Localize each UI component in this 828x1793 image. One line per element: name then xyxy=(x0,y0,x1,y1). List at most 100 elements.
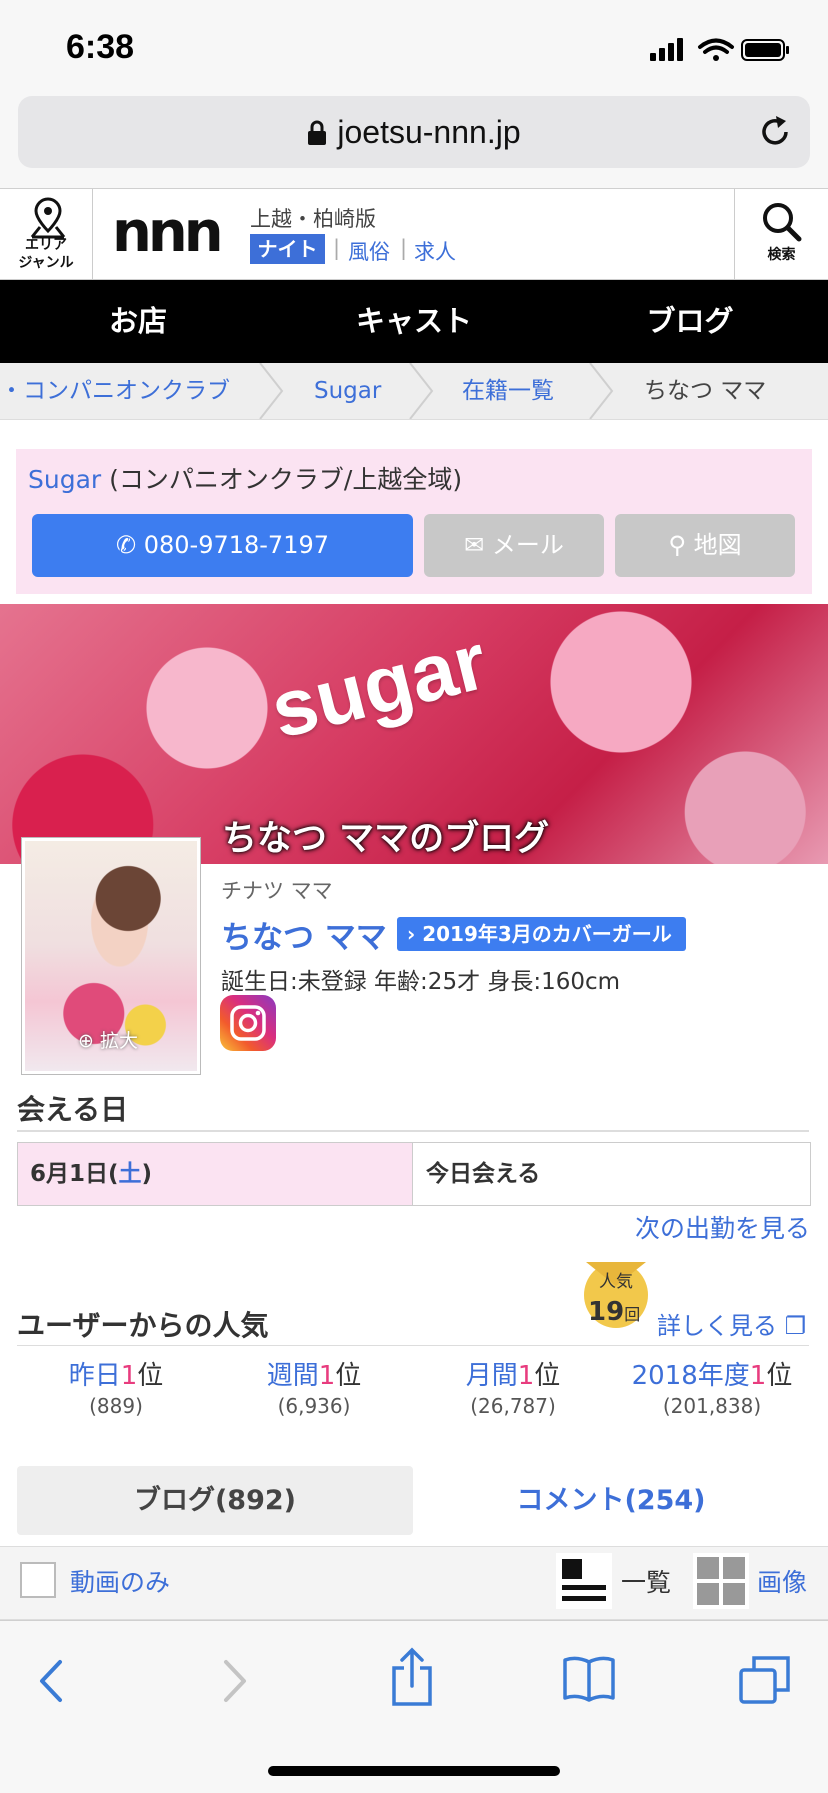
section-rule xyxy=(17,1130,809,1132)
tab-blog[interactable]: ブログ(892) xyxy=(17,1466,413,1535)
shop-name-link[interactable]: Sugar xyxy=(28,465,101,494)
cast-stats: 誕生日:未登録 年齢:25才 身長:160cm xyxy=(221,969,621,995)
header-divider xyxy=(92,189,93,279)
breadcrumb-chevron-icon xyxy=(589,363,614,419)
search-button[interactable]: 検索 xyxy=(735,189,828,279)
rank-count: (26,787) xyxy=(470,1394,556,1418)
genre-jobs-link[interactable]: 求人 xyxy=(414,236,456,266)
map-button[interactable]: ⚲ 地図 xyxy=(615,514,795,577)
wifi-icon xyxy=(698,38,734,54)
area-genre-button[interactable]: エリア ジャンル xyxy=(0,189,92,279)
chevron-right-icon: › xyxy=(407,922,416,946)
rank-count: (201,838) xyxy=(662,1394,762,1418)
section-rule xyxy=(17,1345,809,1346)
rank-period: 月間 xyxy=(465,1361,518,1391)
rank-count: (6,936) xyxy=(277,1394,351,1418)
phone-icon: ✆ xyxy=(115,531,137,559)
bookmarks-icon[interactable] xyxy=(562,1654,616,1702)
video-only-checkbox[interactable] xyxy=(20,1562,56,1598)
date-text: 6月1日( xyxy=(30,1161,119,1187)
rank-weekly[interactable]: 週間1位 (6,936) xyxy=(214,1355,414,1418)
mail-label: メール xyxy=(491,531,564,559)
breadcrumb-chevron-icon xyxy=(409,363,434,419)
grid-view-label[interactable]: 画像 xyxy=(757,1563,807,1599)
map-label: 地図 xyxy=(693,531,742,559)
nav-cast[interactable]: キャスト xyxy=(276,280,552,363)
rank-number: 1 xyxy=(517,1361,535,1391)
video-only-label[interactable]: 動画のみ xyxy=(70,1563,170,1599)
cast-name-kana: チナツ ママ xyxy=(221,879,333,903)
forward-icon[interactable] xyxy=(220,1658,250,1704)
breadcrumb-roster[interactable]: 在籍一覧 xyxy=(462,363,554,419)
availability-title: 会える日 xyxy=(17,1093,129,1126)
site-logo[interactable]: nnn xyxy=(112,200,224,265)
next-shift-link[interactable]: 次の出勤を見る xyxy=(560,1209,810,1245)
nav-blog[interactable]: ブログ xyxy=(552,280,828,363)
map-pin-icon xyxy=(30,197,66,239)
blog-title: ちなつ ママのブログ xyxy=(222,819,550,859)
breadcrumb-chevron-icon xyxy=(259,363,284,419)
address-text[interactable]: joetsu-nnn.jp xyxy=(0,96,828,168)
call-button[interactable]: ✆ 080-9718-7197 xyxy=(32,514,413,577)
rank-period: 2018年度 xyxy=(631,1361,750,1391)
share-icon[interactable] xyxy=(390,1646,434,1708)
url-text: joetsu-nnn.jp xyxy=(337,114,521,150)
rank-yesterday[interactable]: 昨日1位 (889) xyxy=(16,1355,216,1418)
envelope-icon: ✉ xyxy=(464,531,485,559)
phone-number: 080-9718-7197 xyxy=(143,531,330,559)
medal-count-number: 19 xyxy=(588,1297,625,1327)
cover-girl-badge[interactable]: › 2019年3月のカバーガール xyxy=(397,917,686,951)
availability-date: 6月1日(土) xyxy=(18,1143,413,1205)
battery-icon xyxy=(741,39,789,61)
shop-category: (コンパニオンクラブ/上越全域) xyxy=(109,465,463,494)
rank-yearly[interactable]: 2018年度1位 (201,838) xyxy=(612,1355,812,1418)
availability-status: 今日会える xyxy=(426,1161,541,1187)
medal-count: 19回 xyxy=(588,1297,640,1327)
cast-name: ちなつ ママ xyxy=(221,920,387,956)
list-view-label[interactable]: 一覧 xyxy=(621,1563,671,1599)
date-weekday: 土 xyxy=(118,1161,142,1187)
rank-suffix: 位 xyxy=(766,1361,793,1391)
popularity-title: ユーザーからの人気 xyxy=(17,1309,269,1342)
rank-suffix: 位 xyxy=(335,1361,362,1391)
instagram-icon[interactable] xyxy=(220,995,276,1051)
tabs-icon[interactable] xyxy=(738,1654,792,1704)
rank-number: 1 xyxy=(318,1361,336,1391)
genre-separator: | xyxy=(333,236,341,260)
status-time: 6:38 xyxy=(66,28,135,66)
reload-icon[interactable] xyxy=(758,114,792,150)
map-marker-icon: ⚲ xyxy=(668,531,686,559)
rank-period: 昨日 xyxy=(68,1361,121,1391)
cover-girl-label: 2019年3月のカバーガール xyxy=(422,922,672,946)
details-label: 詳しく見る xyxy=(657,1312,777,1340)
cellular-icon xyxy=(650,38,683,61)
genre-fuzoku-link[interactable]: 風俗 xyxy=(348,236,390,266)
breadcrumb-category[interactable]: ・コンパニオンクラブ xyxy=(0,363,230,419)
search-label: 検索 xyxy=(767,247,796,263)
rank-monthly[interactable]: 月間1位 (26,787) xyxy=(413,1355,613,1418)
rank-count: (889) xyxy=(89,1394,143,1418)
search-icon xyxy=(763,203,802,242)
status-icons xyxy=(650,38,789,61)
tab-comments[interactable]: コメント(254) xyxy=(413,1466,809,1535)
grid-view-icon[interactable] xyxy=(693,1553,749,1609)
medal-label: 人気 xyxy=(599,1272,633,1292)
genre-separator: | xyxy=(400,236,408,260)
list-view-icon[interactable] xyxy=(556,1553,612,1609)
breadcrumb-shop[interactable]: Sugar xyxy=(314,363,381,419)
rank-suffix: 位 xyxy=(137,1361,164,1391)
zoom-link[interactable]: ⊕ 拡大 xyxy=(78,1026,138,1053)
area-label: エリア xyxy=(25,237,67,253)
lock-icon xyxy=(307,99,327,171)
back-icon[interactable] xyxy=(36,1658,66,1704)
popularity-details-link[interactable]: 詳しく見る ❐ xyxy=(657,1306,806,1341)
medal-count-unit: 回 xyxy=(624,1305,641,1324)
genre-night-tab[interactable]: ナイト xyxy=(250,234,325,264)
home-indicator xyxy=(268,1766,560,1776)
zoom-icon: ⊕ xyxy=(78,1030,94,1052)
external-window-icon: ❐ xyxy=(784,1312,807,1340)
rank-number: 1 xyxy=(120,1361,138,1391)
nav-shops[interactable]: お店 xyxy=(0,280,276,363)
mail-button[interactable]: ✉ メール xyxy=(424,514,604,577)
rank-period: 週間 xyxy=(266,1361,319,1391)
